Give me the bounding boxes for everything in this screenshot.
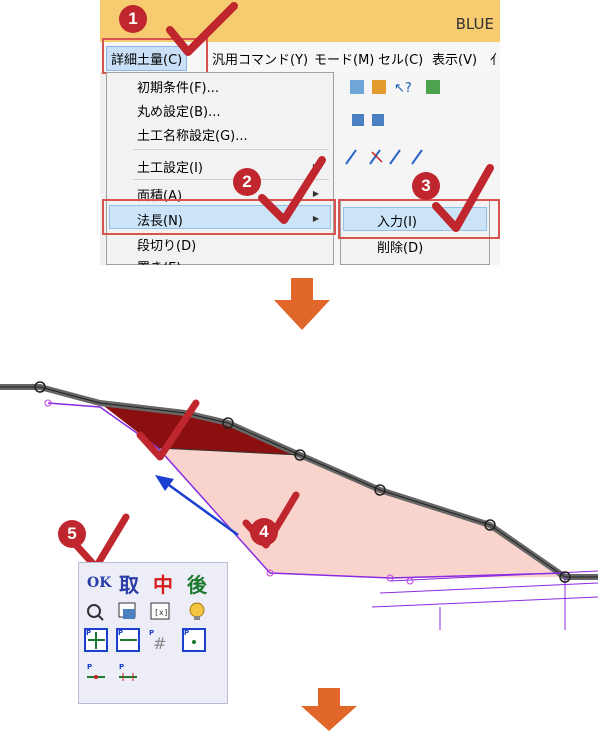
svg-text:P: P bbox=[184, 629, 189, 637]
check-marks-top bbox=[166, 2, 494, 232]
back-button[interactable]: 後 bbox=[187, 569, 207, 598]
down-arrow-icon bbox=[274, 278, 330, 330]
point-line-icon: P bbox=[116, 628, 140, 652]
point-ruler-icon: P bbox=[119, 663, 137, 681]
direction-arrow-head bbox=[155, 475, 174, 491]
fill-area bbox=[158, 448, 565, 578]
middle-button[interactable]: 中 bbox=[153, 569, 173, 598]
svg-text:#: # bbox=[153, 634, 166, 653]
ok-button[interactable]: OK bbox=[87, 575, 111, 591]
svg-text:P: P bbox=[119, 663, 124, 671]
svg-text:[x]: [x] bbox=[154, 608, 168, 617]
check-icon bbox=[432, 164, 494, 232]
design-line-4 bbox=[371, 596, 598, 608]
check-icon bbox=[166, 2, 238, 56]
down-arrow-icon bbox=[301, 688, 357, 731]
svg-text:P: P bbox=[118, 629, 123, 637]
layer-icon bbox=[118, 602, 136, 619]
zoom-icon bbox=[87, 604, 104, 621]
check-icon bbox=[258, 156, 326, 224]
step-badge-2: 2 bbox=[233, 168, 261, 196]
point-bar-icon: P bbox=[87, 663, 105, 679]
check-icon bbox=[72, 513, 130, 571]
command-palette: OK 取 中 後 [x] P P P # P P P bbox=[78, 562, 228, 704]
svg-text:P: P bbox=[87, 663, 92, 671]
step-badge-3: 3 bbox=[412, 172, 440, 200]
point-grid-icon: P# bbox=[149, 629, 166, 653]
step-badge-4: 4 bbox=[250, 518, 278, 546]
step-badge-5: 5 bbox=[58, 520, 86, 548]
grid-toggle-icon: [x] bbox=[150, 602, 170, 620]
step-badge-1: 1 bbox=[119, 5, 147, 33]
palette-icons: [x] P P P# P P P bbox=[84, 602, 206, 681]
svg-text:P: P bbox=[86, 629, 91, 637]
bulb-icon bbox=[189, 602, 205, 620]
cancel-button[interactable]: 取 bbox=[119, 569, 139, 598]
point-single-icon: P bbox=[182, 628, 206, 652]
point-cross-icon: P bbox=[84, 628, 108, 652]
design-point bbox=[406, 577, 414, 585]
